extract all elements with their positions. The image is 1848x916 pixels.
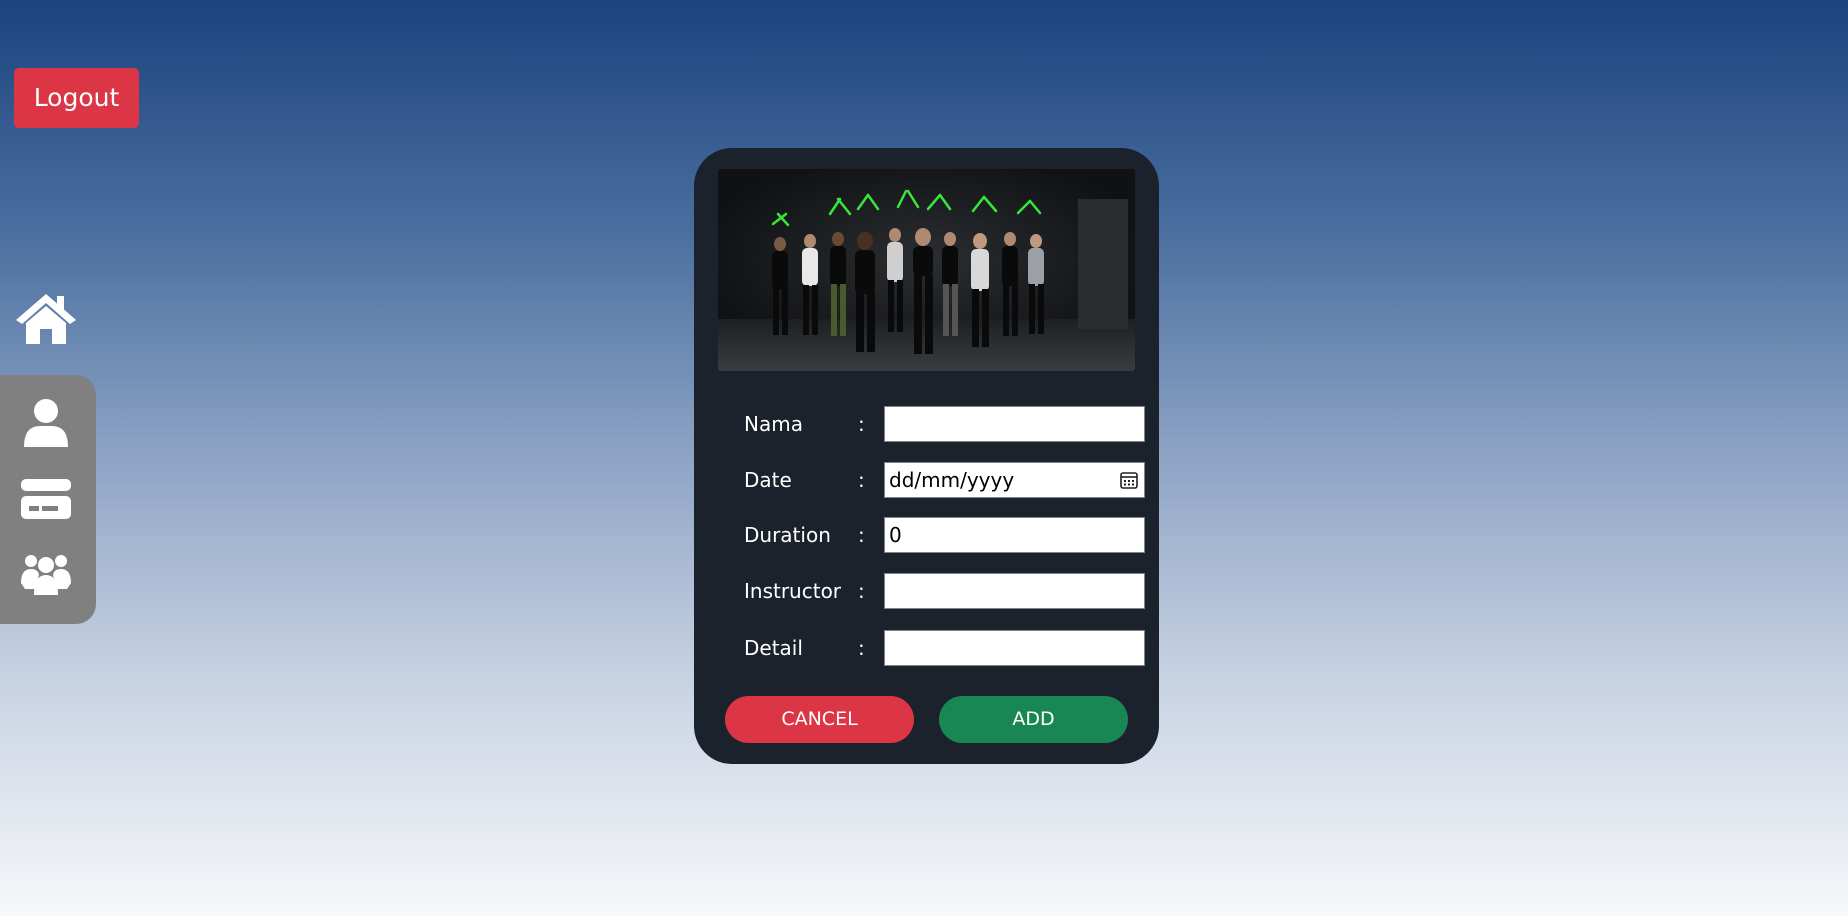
user-icon	[24, 399, 68, 447]
detail-colon: :	[858, 636, 865, 660]
name-label: Nama	[744, 412, 803, 436]
form-row-instructor: Instructor :	[694, 571, 1159, 611]
add-button[interactable]: ADD	[939, 696, 1128, 743]
class-hero-image	[718, 169, 1135, 371]
form-row-name: Nama :	[694, 404, 1159, 444]
name-colon: :	[858, 412, 865, 436]
nav-classes-link[interactable]	[20, 549, 72, 601]
date-label: Date	[744, 468, 792, 492]
form-row-duration: Duration :	[694, 515, 1159, 555]
logout-button[interactable]: Logout	[14, 68, 139, 128]
name-input[interactable]	[884, 406, 1145, 442]
instructor-colon: :	[858, 579, 865, 603]
date-colon: :	[858, 468, 865, 492]
credit-card-icon	[21, 479, 71, 519]
calendar-icon[interactable]	[1119, 470, 1139, 490]
cancel-button[interactable]: CANCEL	[725, 696, 914, 743]
nav-home-link[interactable]	[14, 290, 78, 346]
detail-label: Detail	[744, 636, 803, 660]
instructor-label: Instructor	[744, 579, 842, 603]
nav-payment-link[interactable]	[20, 473, 72, 525]
duration-colon: :	[858, 523, 865, 547]
form-row-detail: Detail :	[694, 628, 1159, 668]
add-class-card: Nama : Date : Duration : Instructor :	[694, 148, 1159, 764]
duration-input[interactable]	[884, 517, 1145, 553]
date-field	[884, 462, 1145, 498]
date-input[interactable]	[884, 462, 1145, 498]
home-icon	[16, 294, 76, 344]
instructor-input[interactable]	[884, 573, 1145, 609]
sidebar-nav	[0, 375, 96, 624]
people-group-icon	[21, 555, 71, 595]
nav-profile-link[interactable]	[20, 397, 72, 449]
detail-input[interactable]	[884, 630, 1145, 666]
form-row-date: Date :	[694, 460, 1159, 500]
duration-label: Duration	[744, 523, 831, 547]
